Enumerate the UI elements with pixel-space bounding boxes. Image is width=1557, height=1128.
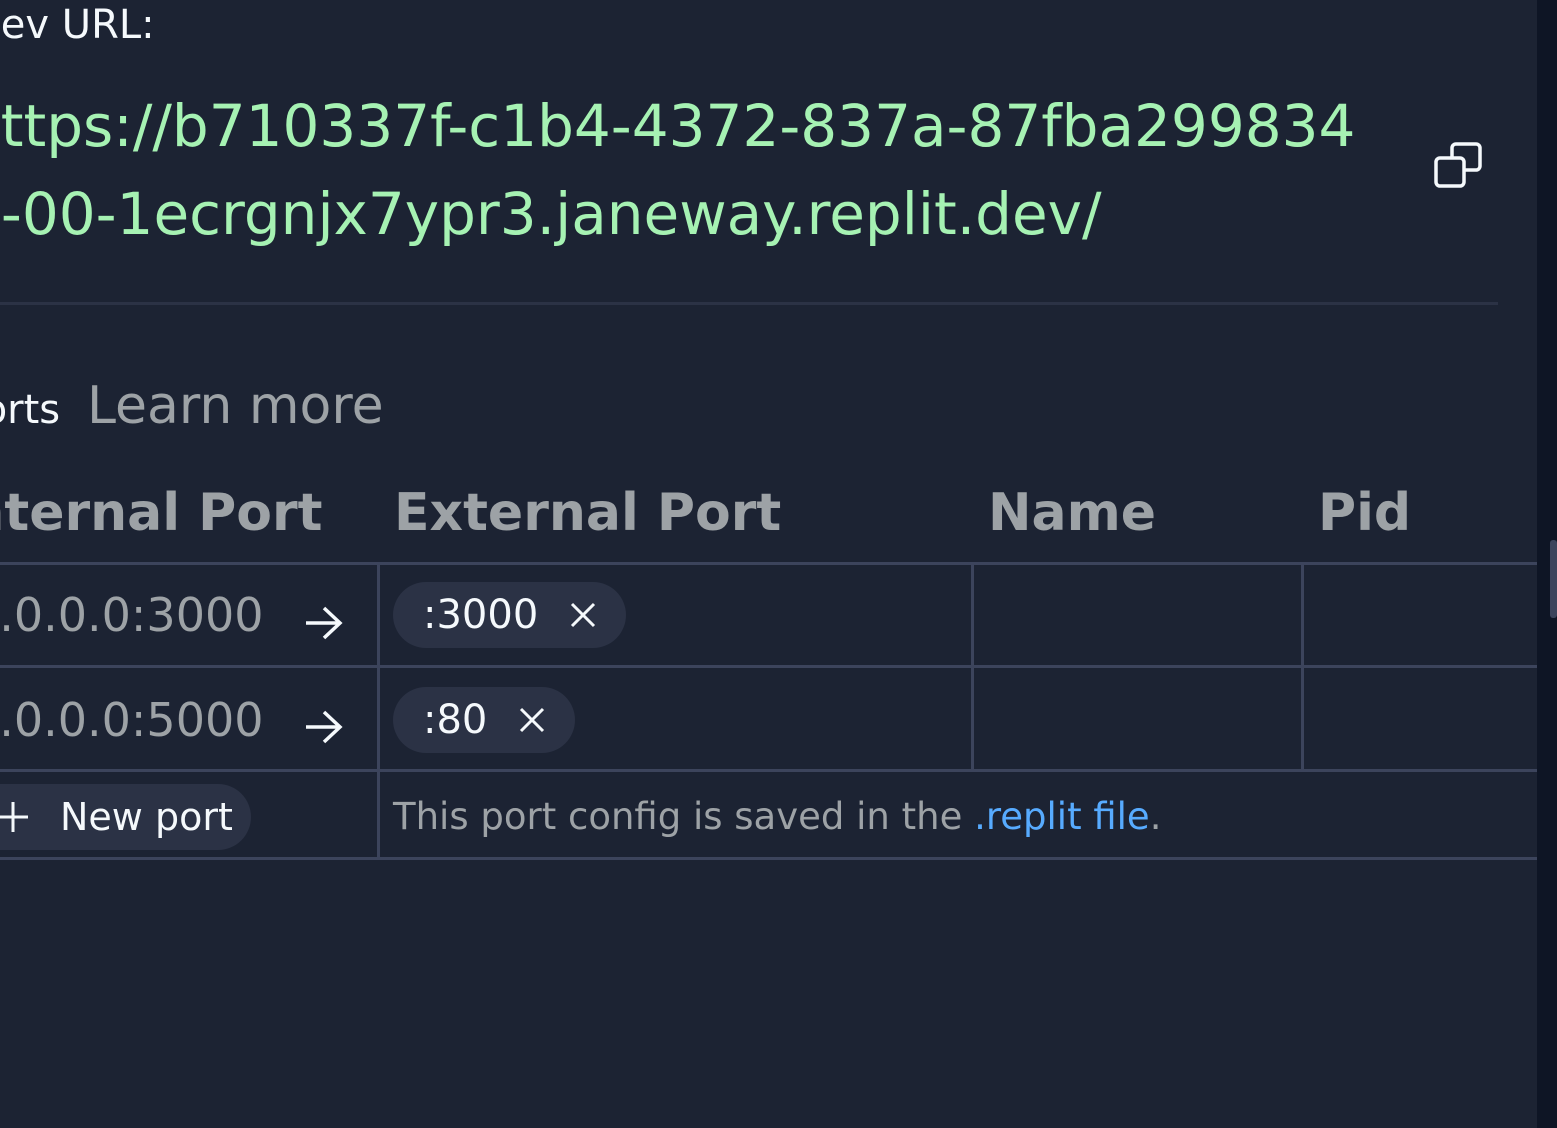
external-port-pill[interactable]: :3000 bbox=[393, 582, 627, 648]
external-port-value: :3000 bbox=[423, 592, 539, 638]
table-row-border bbox=[0, 769, 1537, 772]
replit-file-link[interactable]: .replit file bbox=[974, 795, 1150, 838]
copy-icon bbox=[1434, 142, 1482, 188]
internal-port-address: 0.0.0.0:5000 bbox=[0, 693, 264, 747]
table-row-border bbox=[0, 857, 1537, 860]
table-column-border bbox=[1301, 562, 1304, 772]
remove-port-button[interactable] bbox=[517, 705, 547, 735]
table-row-border bbox=[0, 562, 1537, 565]
external-port-value: :80 bbox=[423, 697, 488, 743]
table-row-border bbox=[0, 665, 1537, 668]
new-port-label: New port bbox=[60, 795, 233, 839]
config-note-period: . bbox=[1149, 795, 1162, 838]
scrollbar-thumb[interactable] bbox=[1550, 540, 1557, 618]
table-column-border bbox=[377, 562, 380, 860]
networking-pane: Dev URL: https://b710337f-c1b4-4372-837a… bbox=[0, 0, 1557, 1128]
close-icon bbox=[571, 602, 596, 628]
arrow-right-icon bbox=[306, 710, 343, 744]
config-note-text: This port config is saved in the bbox=[393, 795, 975, 838]
section-divider bbox=[0, 302, 1498, 305]
column-header-external-port: External Port bbox=[394, 483, 782, 543]
dev-url-label: Dev URL: bbox=[0, 2, 155, 48]
plus-icon bbox=[0, 802, 28, 832]
dev-url-link[interactable]: https://b710337f-c1b4-4372-837a-87fba299… bbox=[0, 82, 1364, 258]
internal-port-address: 0.0.0.0:3000 bbox=[0, 588, 264, 642]
column-header-pid: Pid bbox=[1318, 483, 1412, 543]
external-port-pill[interactable]: :80 bbox=[393, 687, 576, 753]
table-column-border bbox=[971, 562, 974, 772]
remove-port-button[interactable] bbox=[568, 600, 598, 630]
column-header-internal-port: Internal Port bbox=[0, 483, 323, 543]
arrow-right-icon bbox=[306, 606, 343, 640]
ports-heading: Ports bbox=[0, 387, 61, 433]
close-icon bbox=[520, 707, 545, 733]
learn-more-link[interactable]: Learn more bbox=[87, 372, 384, 440]
copy-url-button[interactable] bbox=[1424, 130, 1494, 200]
port-config-note: This port config is saved in the .replit… bbox=[393, 790, 1161, 844]
new-port-button[interactable]: New port bbox=[0, 784, 251, 850]
column-header-name: Name bbox=[988, 483, 1157, 543]
